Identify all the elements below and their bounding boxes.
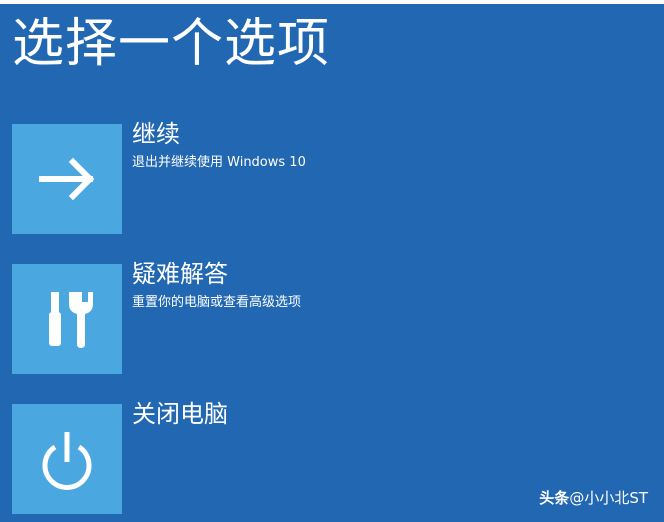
continue-option[interactable]: 继续 退出并继续使用 Windows 10 — [12, 120, 612, 234]
arrow-right-icon — [39, 157, 95, 201]
watermark-handle: @小小北ST — [569, 489, 648, 507]
troubleshoot-title: 疑难解答 — [132, 260, 228, 288]
shutdown-option[interactable]: 关闭电脑 — [12, 400, 612, 514]
troubleshoot-option[interactable]: 疑难解答 重置你的电脑或查看高级选项 — [12, 260, 612, 374]
troubleshoot-tile[interactable] — [12, 264, 122, 374]
top-border — [0, 0, 664, 4]
recovery-screen: 选择一个选项 继续 退出并继续使用 Windows 10 疑难解答 重置你的电脑… — [0, 0, 664, 522]
watermark: 头条@小小北ST — [539, 488, 648, 508]
troubleshoot-description: 重置你的电脑或查看高级选项 — [132, 295, 302, 310]
shutdown-tile[interactable] — [12, 404, 122, 514]
continue-description: 退出并继续使用 Windows 10 — [132, 155, 306, 170]
watermark-brand: 头条 — [539, 489, 570, 507]
shutdown-title: 关闭电脑 — [132, 400, 228, 428]
page-title: 选择一个选项 — [12, 14, 331, 74]
power-icon — [42, 432, 92, 490]
continue-title: 继续 — [132, 120, 180, 148]
continue-tile[interactable] — [12, 124, 122, 234]
tools-icon — [49, 292, 93, 348]
